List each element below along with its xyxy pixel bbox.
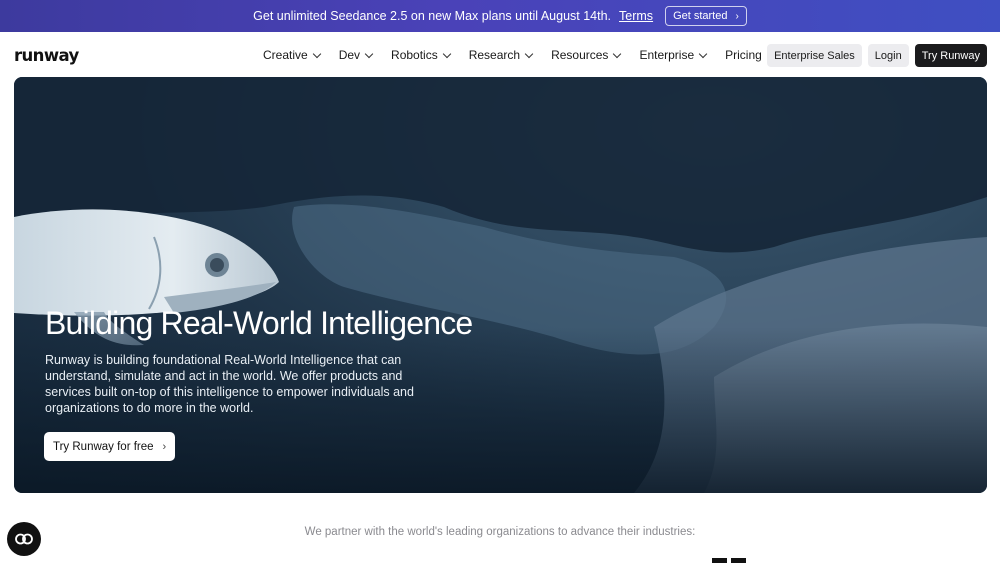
nav-item-label: Dev [338, 48, 361, 62]
partner-logo [712, 558, 746, 563]
chat-bubble-icon [15, 533, 33, 545]
chevron-down-icon [698, 49, 708, 58]
get-started-button[interactable]: Get started › [665, 6, 747, 26]
announcement-text: Get unlimited Seedance 2.5 on new Max pl… [253, 9, 612, 23]
nav-item-robotics[interactable]: Robotics [391, 48, 451, 62]
nav-item-dev[interactable]: Dev [338, 48, 374, 62]
announcement-bar: Get unlimited Seedance 2.5 on new Max pl… [0, 0, 1000, 32]
chevron-right-icon: › [162, 440, 167, 453]
login-button[interactable]: Login [867, 44, 909, 67]
enterprise-sales-button[interactable]: Enterprise Sales [767, 44, 862, 67]
chat-button[interactable] [7, 522, 41, 556]
nav-item-label: Creative [263, 48, 308, 62]
main-nav: runway Creative Dev Robotics Research Re… [0, 32, 1000, 78]
nav-item-label: Robotics [391, 48, 438, 62]
nav-item-resources[interactable]: Resources [551, 48, 622, 62]
nav-item-label: Enterprise [639, 48, 695, 62]
chevron-down-icon [524, 49, 534, 58]
chevron-down-icon [613, 49, 622, 58]
hero-section: Building Real-World Intelligence Runway … [14, 77, 987, 493]
terms-link[interactable]: Terms [619, 9, 653, 23]
chevron-down-icon [364, 49, 374, 58]
runway-logo[interactable]: runway [14, 46, 79, 65]
try-runway-button[interactable]: Try Runway [914, 44, 987, 67]
nav-item-label: Pricing [725, 48, 762, 62]
get-started-label: Get started [673, 10, 728, 22]
nav-item-label: Resources [551, 48, 609, 62]
nav-item-pricing[interactable]: Pricing [725, 48, 762, 62]
hero-title: Building Real-World Intelligence [45, 305, 473, 341]
nav-item-research[interactable]: Research [468, 48, 534, 62]
chevron-down-icon [312, 49, 321, 58]
hero-description: Runway is building foundational Real-Wor… [45, 353, 414, 415]
chevron-right-icon: › [735, 10, 739, 22]
nav-actions: Enterprise Sales Login Try Runway [767, 44, 987, 67]
partners-text: We partner with the world's leading orga… [304, 526, 696, 538]
try-runway-free-label: Try Runway for free [53, 440, 154, 453]
nav-item-creative[interactable]: Creative [263, 48, 321, 62]
try-runway-free-button[interactable]: Try Runway for free › [44, 432, 176, 461]
nav-item-enterprise[interactable]: Enterprise [639, 48, 708, 62]
nav-menu: Creative Dev Robotics Research Resources… [263, 32, 762, 78]
hero-background-image [14, 77, 987, 493]
nav-item-label: Research [468, 48, 521, 62]
chevron-down-icon [442, 49, 451, 58]
